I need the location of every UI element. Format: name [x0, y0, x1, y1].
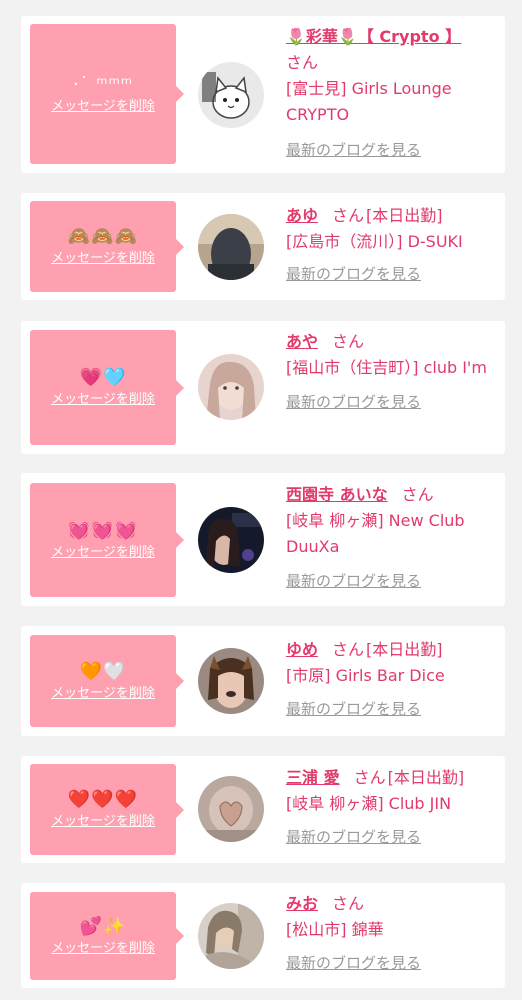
honorific: さん [353, 768, 386, 787]
shop-info: [広島市（流川）] D-SUKI [286, 232, 463, 251]
delete-message-link[interactable]: メッセージを削除 [51, 813, 155, 830]
avatar[interactable] [198, 214, 264, 280]
message-bubble: 🙈🙈🙈 メッセージを削除 [30, 201, 184, 292]
delete-message-link[interactable]: メッセージを削除 [51, 391, 155, 408]
shop-info: [市原] Girls Bar Dice [286, 666, 445, 685]
avatar[interactable] [198, 776, 264, 842]
message-text: 🙈🙈🙈 [67, 226, 139, 247]
cast-name-link[interactable]: 三浦 愛 [286, 768, 340, 787]
shop-info: [富士見] Girls Lounge CRYPTO [286, 79, 452, 124]
message-card: ·˙ ᵐᵐᵐ メッセージを削除 🌷彩華🌷【 Crypto 】 さん [富士見] … [21, 16, 505, 173]
latest-blog-link[interactable]: 最新のブログを見る [286, 392, 498, 412]
honorific: さん [332, 206, 365, 225]
woman-photo-avatar-icon [198, 354, 264, 420]
honorific: さん [401, 485, 434, 504]
message-card: ❤️❤️❤️ メッセージを削除 三浦 愛さん [本日出勤] [岐阜 柳ヶ瀬] Cl… [21, 756, 505, 863]
cast-info: みお さん [松山市] 錦華 最新のブログを見る [286, 891, 498, 973]
cast-info: 三浦 愛さん [本日出勤] [岐阜 柳ヶ瀬] Club JIN 最新のブログを見る [286, 765, 498, 847]
avatar[interactable] [198, 648, 264, 714]
shop-info: [松山市] 錦華 [286, 920, 384, 939]
honorific: さん [332, 640, 365, 659]
delete-message-link[interactable]: メッセージを削除 [51, 940, 155, 957]
honorific: さん [332, 894, 365, 913]
woman-photo-avatar-icon [198, 507, 264, 573]
message-text: 💕✨ [79, 915, 127, 937]
message-bubble: 💕✨ メッセージを削除 [30, 892, 184, 980]
latest-blog-link[interactable]: 最新のブログを見る [286, 571, 498, 591]
message-card: 🙈🙈🙈 メッセージを削除 あゆ さん [本日出勤] [広島市（流川）] D-SUKI… [21, 193, 505, 300]
message-bubble: 💗🩵 メッセージを削除 [30, 330, 184, 445]
avatar[interactable] [198, 62, 264, 128]
latest-blog-link[interactable]: 最新のブログを見る [286, 827, 498, 847]
message-bubble: ·˙ ᵐᵐᵐ メッセージを削除 [30, 24, 184, 164]
cast-name-link[interactable]: あや [286, 332, 318, 351]
message-text: ·˙ ᵐᵐᵐ [72, 73, 134, 95]
shop-info: [岐阜 柳ヶ瀬] Club JIN [286, 794, 452, 813]
message-bubble: 🧡🤍 メッセージを削除 [30, 635, 184, 727]
cast-info: あや さん [福山市（住吉町）] club I'm 最新のブログを見る [286, 329, 498, 412]
latest-blog-link[interactable]: 最新のブログを見る [286, 264, 498, 284]
cast-name-link[interactable]: みお [286, 894, 318, 913]
avatar[interactable] [198, 354, 264, 420]
shop-info: [岐阜 柳ヶ瀬] New Club DuuXa [286, 511, 465, 556]
woman-photo-avatar-icon [198, 776, 264, 842]
message-card: 💓💓💓 メッセージを削除 西園寺 あいな さん [岐阜 柳ヶ瀬] New Club… [21, 473, 505, 606]
cast-info: あゆ さん [本日出勤] [広島市（流川）] D-SUKI 最新のブログを見る [286, 203, 498, 284]
honorific: さん [332, 332, 365, 351]
message-text: 🧡🤍 [79, 660, 127, 682]
cat-drawing-avatar-icon [198, 62, 264, 128]
message-card: 💗🩵 メッセージを削除 あや さん [福山市（住吉町）] club I'm 最新の… [21, 321, 505, 454]
latest-blog-link[interactable]: 最新のブログを見る [286, 140, 498, 160]
message-text: ❤️❤️❤️ [67, 789, 139, 810]
message-text: 💗🩵 [79, 367, 127, 388]
delete-message-link[interactable]: メッセージを削除 [51, 98, 155, 115]
message-bubble: 💓💓💓 メッセージを削除 [30, 483, 184, 597]
woman-photo-avatar-icon [198, 214, 264, 280]
avatar[interactable] [198, 903, 264, 969]
honorific: さん [286, 53, 319, 72]
latest-blog-link[interactable]: 最新のブログを見る [286, 699, 498, 719]
cast-name-link[interactable]: 西園寺 あいな [286, 485, 388, 504]
woman-photo-avatar-icon [198, 903, 264, 969]
cast-info: 🌷彩華🌷【 Crypto 】 さん [富士見] Girls Lounge CRY… [286, 24, 498, 160]
cast-name-link[interactable]: ゆめ [286, 640, 318, 659]
delete-message-link[interactable]: メッセージを削除 [51, 250, 155, 267]
shop-info: [福山市（住吉町）] club I'm [286, 358, 487, 377]
cast-info: ゆめ さん [本日出勤] [市原] Girls Bar Dice 最新のブログを見る [286, 637, 498, 719]
cast-name-link[interactable]: あゆ [286, 206, 318, 225]
message-text: 💓💓💓 [67, 519, 139, 541]
message-bubble: ❤️❤️❤️ メッセージを削除 [30, 764, 184, 855]
delete-message-link[interactable]: メッセージを削除 [51, 685, 155, 702]
message-card: 💕✨ メッセージを削除 みお さん [松山市] 錦華 最新のブログを見る [21, 883, 505, 988]
cast-info: 西園寺 あいな さん [岐阜 柳ヶ瀬] New Club DuuXa 最新のブログ… [286, 482, 498, 591]
latest-blog-link[interactable]: 最新のブログを見る [286, 953, 498, 973]
avatar[interactable] [198, 507, 264, 573]
delete-message-link[interactable]: メッセージを削除 [51, 544, 155, 561]
message-card: 🧡🤍 メッセージを削除 ゆめ さん [本日出勤] [市原] Girls Bar Di… [21, 626, 505, 736]
woman-photo-avatar-icon [198, 648, 264, 714]
attendance-tag: [本日出勤] [387, 768, 465, 787]
cast-name-link[interactable]: 🌷彩華🌷【 Crypto 】 [286, 27, 461, 46]
attendance-tag: [本日出勤] [366, 206, 443, 225]
attendance-tag: [本日出勤] [366, 640, 443, 659]
